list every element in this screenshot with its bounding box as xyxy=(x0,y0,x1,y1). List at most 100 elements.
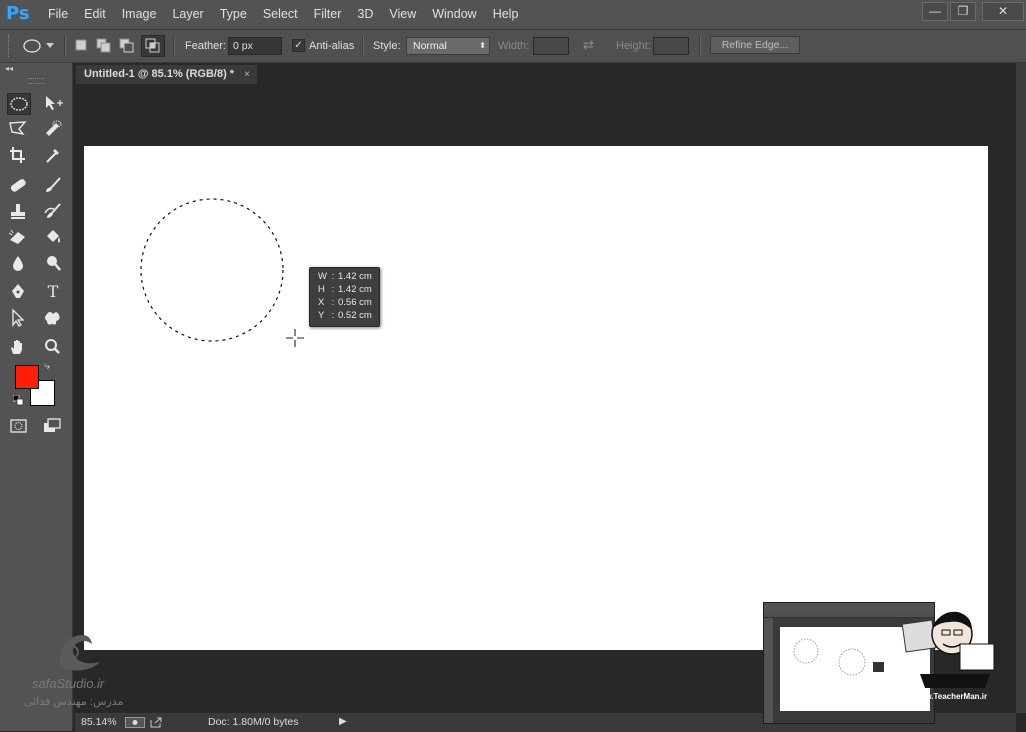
dodge-tool[interactable] xyxy=(42,253,64,273)
type-icon: T xyxy=(47,282,59,301)
menu-select[interactable]: Select xyxy=(255,0,306,29)
export-icon[interactable] xyxy=(150,717,162,728)
quick-mask-button[interactable] xyxy=(8,416,30,436)
menu-filter[interactable]: Filter xyxy=(306,0,350,29)
path-selection-tool[interactable] xyxy=(7,308,29,328)
dodge-icon xyxy=(47,256,61,271)
elliptical-marquee-tool[interactable] xyxy=(7,93,31,115)
vertical-scrollbar[interactable] xyxy=(1016,63,1026,713)
spot-healing-brush-tool[interactable] xyxy=(7,175,29,195)
crop-tool[interactable] xyxy=(7,145,29,165)
collapse-panel-icon[interactable]: ◂◂ xyxy=(5,64,13,73)
eyedropper-tool[interactable] xyxy=(42,145,64,165)
tooltip-row-h: H:1.42 cm xyxy=(318,284,372,295)
menu-help[interactable]: Help xyxy=(485,0,527,29)
move-tool[interactable] xyxy=(42,93,64,113)
menu-window[interactable]: Window xyxy=(424,0,484,29)
polygonal-lasso-tool[interactable] xyxy=(7,119,29,139)
eraser-tool[interactable] xyxy=(7,227,29,247)
feather-input[interactable]: 0 px xyxy=(228,37,282,55)
feather-label: Feather: xyxy=(185,40,226,52)
custom-shape-icon xyxy=(45,312,60,325)
hand-tool[interactable] xyxy=(7,337,29,357)
options-bar: Feather: 0 px ✓ Anti-alias Style: Normal… xyxy=(0,30,1026,63)
hand-icon xyxy=(11,340,22,354)
minimize-button[interactable]: — xyxy=(922,2,948,21)
close-document-icon[interactable]: × xyxy=(244,65,250,84)
tooltip-row-y: Y:0.52 cm xyxy=(318,310,372,321)
quick-selection-icon xyxy=(46,120,62,136)
refine-edge-button[interactable]: Refine Edge... xyxy=(710,36,800,54)
clone-stamp-tool[interactable] xyxy=(7,201,29,221)
menu-3d[interactable]: 3D xyxy=(349,0,381,29)
crosshair-cursor-icon xyxy=(286,329,304,347)
menu-bar: Ps File Edit Image Layer Type Select Fil… xyxy=(0,0,1026,30)
type-tool[interactable]: T xyxy=(42,282,64,302)
history-brush-icon xyxy=(44,203,61,218)
crop-icon xyxy=(10,147,25,163)
menu-view[interactable]: View xyxy=(381,0,424,29)
move-icon xyxy=(46,96,63,110)
zoom-tool[interactable] xyxy=(42,337,64,357)
antialias-label: Anti-alias xyxy=(309,40,355,52)
blur-tool[interactable] xyxy=(7,253,29,273)
width-input[interactable] xyxy=(533,37,569,55)
elliptical-selection-marquee xyxy=(140,198,284,342)
intersect-selection-button[interactable] xyxy=(141,35,165,57)
screen-mode-button[interactable] xyxy=(42,416,64,436)
selection-size-tooltip: W:1.42 cm H:1.42 cm X:0.56 cm Y:0.52 cm xyxy=(309,267,380,327)
pen-tool[interactable] xyxy=(7,282,29,302)
default-colors-icon[interactable] xyxy=(13,395,24,406)
add-to-selection-icon[interactable] xyxy=(96,38,112,54)
safastudio-watermark: safaStudio.ir مدرس: مهندس فدائی xyxy=(10,628,130,718)
tooltip-row-w: W:1.42 cm xyxy=(318,271,372,282)
swap-width-height-icon[interactable]: ⇄ xyxy=(583,37,594,53)
tooltip-row-x: X:0.56 cm xyxy=(318,297,372,308)
custom-shape-tool[interactable] xyxy=(42,308,64,328)
photoshop-logo: Ps xyxy=(6,3,30,24)
drop-icon xyxy=(13,256,23,271)
menu-items: File Edit Image Layer Type Select Filter… xyxy=(40,0,526,29)
bandage-icon xyxy=(10,179,26,192)
height-input[interactable] xyxy=(653,37,689,55)
new-selection-icon[interactable] xyxy=(74,38,88,52)
document-tab[interactable]: Untitled-1 @ 85.1% (RGB/8) * × xyxy=(75,64,258,84)
share-icon[interactable] xyxy=(125,717,145,728)
menu-image[interactable]: Image xyxy=(114,0,165,29)
menu-type[interactable]: Type xyxy=(212,0,255,29)
teacherman-mascot-logo: www.TeacherMan.ir xyxy=(900,604,1000,708)
paint-bucket-tool[interactable] xyxy=(42,227,64,247)
height-label: Height: xyxy=(616,40,651,52)
eyedropper-icon xyxy=(46,149,59,163)
elliptical-marquee-preset-icon[interactable] xyxy=(20,38,44,54)
menu-edit[interactable]: Edit xyxy=(76,0,114,29)
preset-dropdown-icon[interactable] xyxy=(46,43,54,49)
style-select-value: Normal xyxy=(413,40,447,52)
document-tab-title: Untitled-1 @ 85.1% (RGB/8) * xyxy=(84,68,235,80)
menu-file[interactable]: File xyxy=(40,0,76,29)
select-arrows-icon: ⬍ xyxy=(479,41,486,50)
screen-mode-icon xyxy=(44,418,61,432)
close-window-button[interactable]: ✕ xyxy=(982,2,1024,21)
tools-panel-grip[interactable] xyxy=(28,78,44,84)
width-label: Width: xyxy=(498,40,530,52)
safastudio-logo-icon xyxy=(59,635,100,671)
doc-info: Doc: 1.80M/0 bytes xyxy=(208,716,299,728)
swap-colors-icon[interactable]: ⤷ xyxy=(40,360,54,374)
status-menu-arrow-icon[interactable]: ▶ xyxy=(339,713,347,731)
paint-bucket-icon xyxy=(47,230,60,243)
pen-icon xyxy=(12,284,24,298)
instructor-caption: مدرس: مهندس فدائی xyxy=(24,696,124,708)
path-selection-icon xyxy=(12,308,25,327)
quick-selection-tool[interactable] xyxy=(42,119,64,139)
history-brush-tool[interactable] xyxy=(42,201,64,221)
restore-button[interactable]: ❐ xyxy=(950,2,976,21)
foreground-color-swatch[interactable] xyxy=(15,365,39,389)
antialias-checkbox[interactable]: ✓ xyxy=(292,39,305,52)
options-grip xyxy=(8,35,13,57)
style-label: Style: xyxy=(373,40,401,52)
menu-layer[interactable]: Layer xyxy=(164,0,211,29)
style-select[interactable]: Normal ⬍ xyxy=(406,37,490,55)
subtract-from-selection-icon[interactable] xyxy=(119,38,135,54)
brush-tool[interactable] xyxy=(42,175,64,195)
